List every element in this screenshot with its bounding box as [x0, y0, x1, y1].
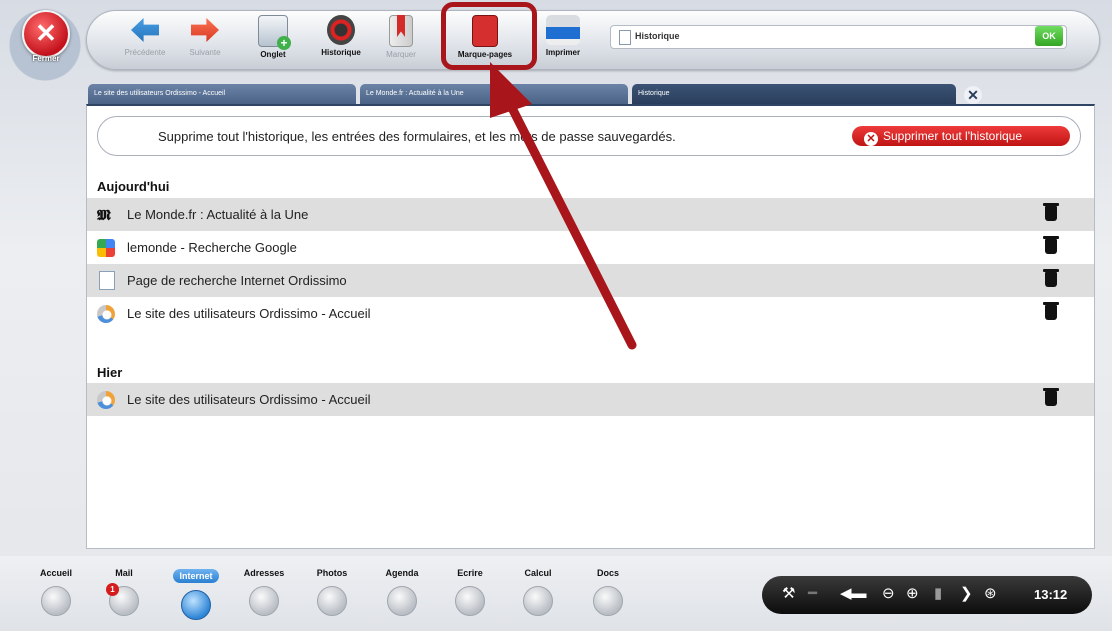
address-bar[interactable]: Historique — [610, 25, 1067, 49]
documents-icon — [593, 586, 623, 616]
history-row[interactable]: Le site des utilisateurs Ordissimo - Acc… — [87, 297, 1094, 330]
trash-icon[interactable] — [1043, 269, 1059, 287]
history-row[interactable]: 𝕸 Le Monde.fr : Actualité à la Une — [87, 198, 1094, 231]
tab-lemonde[interactable]: Le Monde.fr : Actualité à la Une — [360, 84, 628, 104]
close-icon[interactable]: ✕ — [22, 10, 70, 58]
close-label: Fermer — [32, 54, 60, 63]
forward-button[interactable]: Suivante — [177, 15, 233, 57]
globe-icon — [181, 590, 211, 620]
google-favicon — [97, 239, 115, 257]
calendar-icon — [387, 586, 417, 616]
ordissimo-favicon — [97, 305, 115, 323]
new-tab-icon — [258, 15, 291, 50]
dock-app-calcul[interactable]: Calcul — [508, 566, 568, 616]
trash-icon[interactable] — [1043, 236, 1059, 254]
section-heading-yesterday: Hier — [97, 365, 123, 380]
tools-icon[interactable]: ⚒ — [782, 585, 795, 603]
history-row-title: Le Monde.fr : Actualité à la Une — [127, 207, 309, 222]
volume-down-icon[interactable]: ⊖ — [882, 585, 895, 603]
trash-tray-icon[interactable]: ▮ — [934, 585, 942, 603]
contacts-icon — [249, 586, 279, 616]
lemonde-favicon: 𝕸 — [97, 206, 111, 224]
mail-badge: 1 — [106, 583, 119, 596]
dock-app-label: Docs — [596, 568, 619, 578]
help-lifebuoy-icon[interactable]: ⊛ — [984, 585, 997, 603]
history-button[interactable]: Historique — [313, 15, 369, 57]
history-row-title: Le site des utilisateurs Ordissimo - Acc… — [127, 306, 371, 321]
dock-app-label: Accueil — [39, 568, 72, 578]
ok-button[interactable]: OK — [1035, 26, 1063, 46]
home-icon — [41, 586, 71, 616]
dock-app-label: Mail — [115, 568, 133, 578]
trash-icon[interactable] — [1043, 302, 1059, 320]
system-tray: ⚒ ━ ◀▬ ⊖ ⊕ ▮ ❯ ⊛ 13:12 — [762, 576, 1092, 614]
dock-app-agenda[interactable]: Agenda — [372, 566, 432, 616]
delete-all-history-button[interactable]: ✕ Supprimer tout l'historique — [852, 126, 1070, 146]
dock-app-label: Adresses — [243, 568, 285, 578]
calculator-icon — [523, 586, 553, 616]
back-button[interactable]: Précédente — [117, 15, 173, 57]
dock-app-ecrire[interactable]: Ecrire — [440, 566, 500, 616]
mail-icon: 1 — [106, 583, 139, 616]
history-row-title: Page de recherche Internet Ordissimo — [127, 273, 347, 288]
address-value: Historique — [635, 31, 680, 41]
dock-app-label: Photos — [316, 568, 348, 578]
volume-icon[interactable]: ◀▬ — [840, 585, 867, 603]
new-tab-button[interactable]: Onglet — [245, 15, 301, 59]
history-row[interactable]: Le site des utilisateurs Ordissimo - Acc… — [87, 383, 1094, 416]
ordissimo-favicon — [97, 391, 115, 409]
delete-all-label: Supprimer tout l'historique — [883, 129, 1023, 143]
photos-icon — [317, 586, 347, 616]
dock-app-adresses[interactable]: Adresses — [234, 566, 294, 616]
history-row-title: lemonde - Recherche Google — [127, 240, 297, 255]
history-label: Historique — [321, 48, 361, 57]
history-icon — [327, 15, 355, 45]
history-panel: Supprime tout l'historique, les entrées … — [86, 104, 1095, 549]
trash-icon[interactable] — [1043, 388, 1059, 406]
delete-x-icon: ✕ — [864, 132, 878, 146]
printer-icon — [546, 15, 580, 45]
forward-label: Suivante — [189, 48, 221, 57]
history-notice: Supprime tout l'historique, les entrées … — [97, 116, 1081, 156]
sleep-icon[interactable]: ❯ — [960, 585, 973, 603]
tab-bar: Le site des utilisateurs Ordissimo - Acc… — [86, 84, 1094, 106]
volume-up-icon[interactable]: ⊕ — [906, 585, 919, 603]
page-icon — [99, 271, 115, 290]
page-icon — [619, 30, 631, 45]
tab-historique[interactable]: Historique — [632, 84, 956, 104]
history-row-title: Le site des utilisateurs Ordissimo - Acc… — [127, 392, 371, 407]
bookmark-add-icon — [389, 15, 413, 47]
dock-app-label: Ecrire — [457, 568, 483, 578]
bookmark-add-button[interactable]: Marquer — [373, 15, 429, 59]
forward-arrow-icon — [191, 18, 219, 42]
section-heading-today: Aujourd'hui — [97, 179, 170, 194]
dock-app-label: Calcul — [524, 568, 552, 578]
dock-app-mail[interactable]: Mail 1 — [94, 566, 154, 616]
dock-app-accueil[interactable]: Accueil — [26, 566, 86, 616]
notice-text: Supprime tout l'historique, les entrées … — [158, 129, 676, 144]
dock-app-label: Internet — [173, 569, 219, 583]
dock-app-label: Agenda — [385, 568, 419, 578]
back-label: Précédente — [124, 48, 166, 57]
dock-app-photos[interactable]: Photos — [302, 566, 362, 616]
trash-icon[interactable] — [1043, 203, 1059, 221]
print-label: Imprimer — [545, 48, 581, 57]
clock: 13:12 — [1034, 587, 1068, 602]
dock-app-internet[interactable]: Internet — [166, 566, 226, 620]
print-button[interactable]: Imprimer — [535, 15, 591, 57]
write-icon — [455, 586, 485, 616]
brightness-slider-icon[interactable]: ━ — [808, 585, 817, 603]
tab-ordissimo[interactable]: Le site des utilisateurs Ordissimo - Acc… — [88, 84, 356, 104]
close-tab-icon[interactable]: ✕ — [964, 86, 982, 104]
history-row[interactable]: Page de recherche Internet Ordissimo — [87, 264, 1094, 297]
back-arrow-icon — [131, 18, 159, 42]
dock-app-docs[interactable]: Docs — [578, 566, 638, 616]
bookmark-add-label: Marquer — [386, 50, 416, 59]
bookmarks-highlight-frame — [441, 2, 537, 70]
history-row[interactable]: lemonde - Recherche Google — [87, 231, 1094, 264]
new-tab-label: Onglet — [260, 50, 286, 59]
